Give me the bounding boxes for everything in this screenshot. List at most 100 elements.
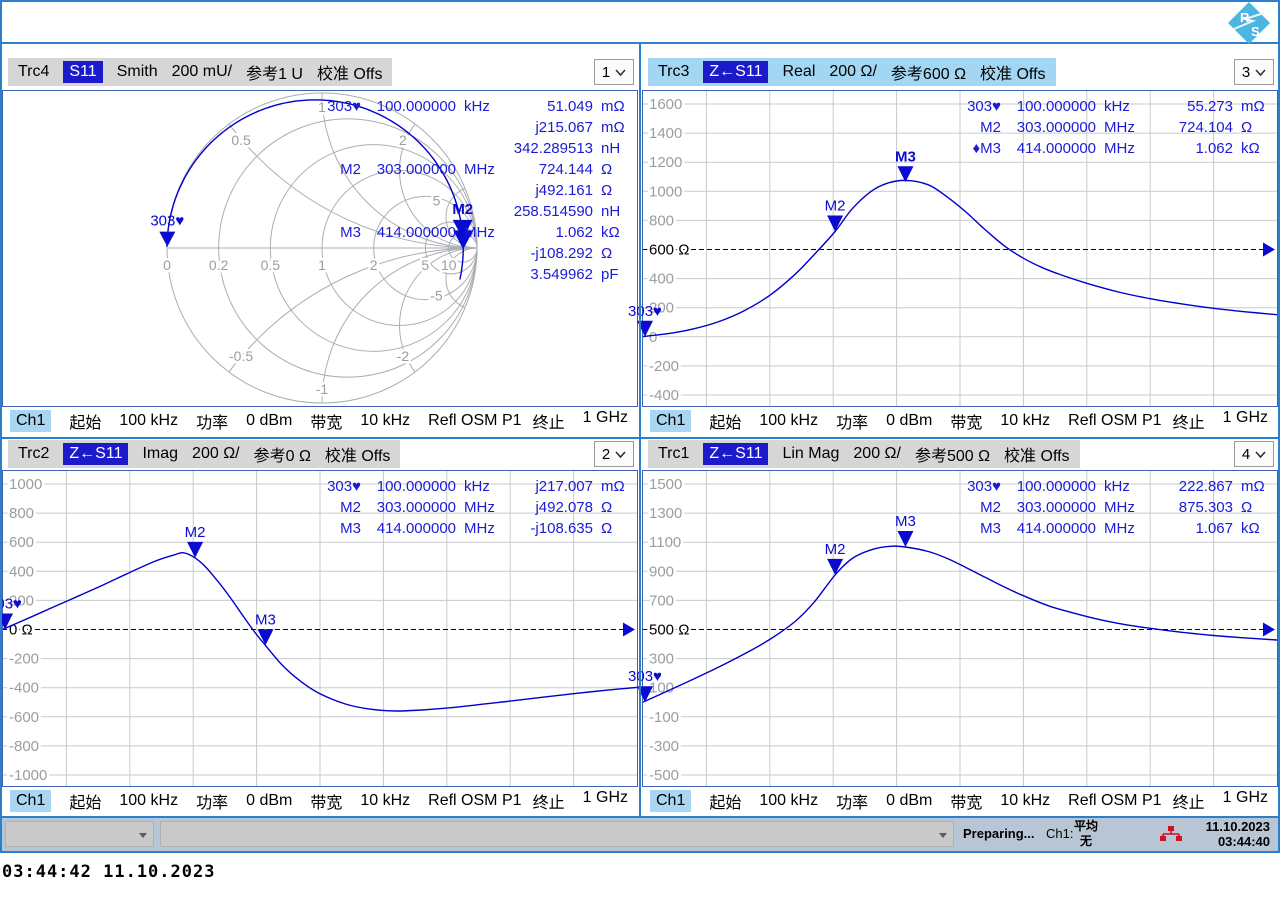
footer-item-label: Refl OSM P1 — [1068, 792, 1161, 810]
marker-readout-row: 342.289513nH — [303, 138, 631, 159]
footer-item-label: 起始 — [709, 409, 741, 433]
marker-value: -j108.292 — [498, 243, 593, 264]
trace-header-trc1[interactable]: Trc1Z←S11Lin Mag200 Ω/参考500 Ω校准 Offs — [648, 440, 1080, 468]
marker-value-unit: mΩ — [1233, 476, 1271, 497]
svg-text:600 Ω: 600 Ω — [649, 242, 689, 259]
svg-text:-200: -200 — [649, 358, 679, 375]
trace-header-trc4[interactable]: Trc4S11Smith200 mU/参考1 U校准 Offs — [8, 58, 392, 86]
plot-area-trc1[interactable]: 150013001100900700500 Ω300100-100-300-50… — [642, 470, 1278, 787]
marker-name: 303♥ — [943, 96, 1001, 117]
measurement-chip[interactable]: Z←S11 — [63, 443, 128, 465]
measurement-chip[interactable]: S11 — [63, 61, 102, 83]
svg-text:1300: 1300 — [649, 505, 682, 522]
marker-frequency: 100.000000 — [361, 476, 456, 497]
chevron-down-icon — [615, 446, 626, 463]
marker-readout-row: M2303.000000MHz724.144Ω — [303, 159, 631, 180]
marker-triangle-m2[interactable] — [187, 542, 203, 558]
measurement-chip[interactable]: Z←S11 — [703, 443, 768, 465]
trace-header-trc2[interactable]: Trc2Z←S11Imag200 Ω/参考0 Ω校准 Offs — [8, 440, 400, 468]
marker-name — [303, 243, 361, 264]
window-select-dropdown-3[interactable]: 3 — [1234, 59, 1274, 85]
marker-frequency-unit: kHz — [456, 96, 498, 117]
channel-chip[interactable]: Ch1 — [10, 410, 51, 432]
statusbar-dropdown-left[interactable] — [5, 821, 154, 847]
marker-frequency-unit — [456, 201, 498, 222]
svg-text:0: 0 — [649, 329, 657, 346]
footer-item-value: 10 kHz — [360, 412, 410, 430]
footer-item-value: 10 kHz — [1000, 412, 1050, 430]
channel-footer: Ch1起始100 kHz功率0 dBm带宽10 kHzRefl OSM P1终止… — [642, 407, 1278, 435]
footer-item-label: 带宽 — [310, 409, 342, 433]
marker-triangle-m3-label: M3 — [895, 513, 916, 530]
svg-text:-200: -200 — [9, 651, 39, 668]
footer-item-value: 100 kHz — [119, 792, 178, 810]
channel-chip[interactable]: Ch1 — [650, 790, 691, 812]
footer-item-label: Refl OSM P1 — [428, 792, 521, 810]
svg-text:1400: 1400 — [649, 125, 682, 142]
channel-chip[interactable]: Ch1 — [650, 410, 691, 432]
reference-label: 参考1 U — [246, 60, 303, 84]
statusbar-field[interactable] — [160, 821, 954, 847]
marker-frequency-unit: MHz — [456, 497, 498, 518]
marker-frequency: 100.000000 — [361, 96, 456, 117]
window-select-dropdown-2[interactable]: 2 — [594, 441, 634, 467]
marker-triangle-m3[interactable] — [257, 629, 273, 645]
window-select-dropdown-1[interactable]: 1 — [594, 59, 634, 85]
trace-name-label: Trc2 — [18, 445, 49, 463]
svg-text:-2: -2 — [397, 348, 410, 364]
footer-item-value: 0 dBm — [246, 792, 292, 810]
marker-value: 1.062 — [1138, 138, 1233, 159]
trace-name-label: Trc3 — [658, 63, 689, 81]
marker-triangle-m3[interactable] — [897, 531, 913, 547]
marker-frequency — [361, 201, 456, 222]
footer-item-label: 功率 — [196, 409, 228, 433]
footer-item-value: 0 dBm — [246, 412, 292, 430]
marker-triangle-m2[interactable] — [827, 559, 843, 575]
footer-item-value: 0 dBm — [886, 412, 932, 430]
chevron-down-icon — [1255, 446, 1266, 463]
horizontal-splitter[interactable] — [2, 437, 1278, 439]
svg-text:1500: 1500 — [649, 476, 682, 493]
trace-name-label: Trc4 — [18, 63, 49, 81]
plot-area-trc2[interactable]: 10008006004002000 Ω-200-400-600-800-1000… — [2, 470, 638, 787]
marker-name: M2 — [303, 497, 361, 518]
calibration-label: 校准 Offs — [1004, 442, 1070, 466]
smith-marker-triangle-0[interactable] — [159, 232, 175, 247]
plot-area-trc4[interactable]: 00.20.5125100.5125-0.5-1-2-5303♥M2303♥10… — [2, 90, 638, 407]
channel-chip[interactable]: Ch1 — [10, 790, 51, 812]
vertical-splitter[interactable] — [639, 44, 641, 816]
window-select-dropdown-4[interactable]: 4 — [1234, 441, 1274, 467]
marker-frequency-unit: kHz — [1096, 476, 1138, 497]
footer-item-value: 100 kHz — [759, 412, 818, 430]
average-indicator: 平均无 — [1074, 819, 1098, 849]
plot-area-trc3[interactable]: 1600140012001000800600 Ω4002000-200-4003… — [642, 90, 1278, 407]
trace-header-trc3[interactable]: Trc3Z←S11Real200 Ω/参考600 Ω校准 Offs — [648, 58, 1056, 86]
svg-text:0 Ω: 0 Ω — [9, 622, 33, 639]
scale-label: 200 Ω/ — [192, 445, 240, 463]
window-number: 2 — [602, 446, 610, 463]
marker-value: 222.867 — [1138, 476, 1233, 497]
marker-triangle-m3-label: M3 — [895, 148, 916, 165]
measurement-chip[interactable]: Z←S11 — [703, 61, 768, 83]
marker-frequency: 100.000000 — [1001, 96, 1096, 117]
progress-status: Preparing... — [963, 826, 1035, 841]
reference-label: 参考600 Ω — [891, 60, 966, 84]
svg-text:-600: -600 — [9, 709, 39, 726]
smith-marker-label-0: 303♥ — [150, 213, 184, 230]
marker-value: 1.067 — [1138, 518, 1233, 539]
marker-readout-row: ♦M3414.000000MHz1.062kΩ — [943, 138, 1271, 159]
marker-frequency: 100.000000 — [1001, 476, 1096, 497]
marker-frequency: 303.000000 — [361, 159, 456, 180]
marker-value-unit: Ω — [593, 497, 631, 518]
marker-readout: 303♥100.000000kHzj217.007mΩM2303.000000M… — [303, 476, 631, 539]
marker-value-unit: kΩ — [1233, 138, 1271, 159]
stop-frequency: 终止1 GHz — [533, 789, 628, 813]
marker-triangle-303-label: 303♥ — [0, 595, 22, 612]
marker-name: M3 — [943, 518, 1001, 539]
marker-value: 342.289513 — [498, 138, 593, 159]
marker-name: M3 — [303, 518, 361, 539]
marker-name: M2 — [943, 117, 1001, 138]
marker-frequency — [361, 243, 456, 264]
marker-frequency-unit: kHz — [1096, 96, 1138, 117]
svg-text:-500: -500 — [649, 767, 679, 784]
